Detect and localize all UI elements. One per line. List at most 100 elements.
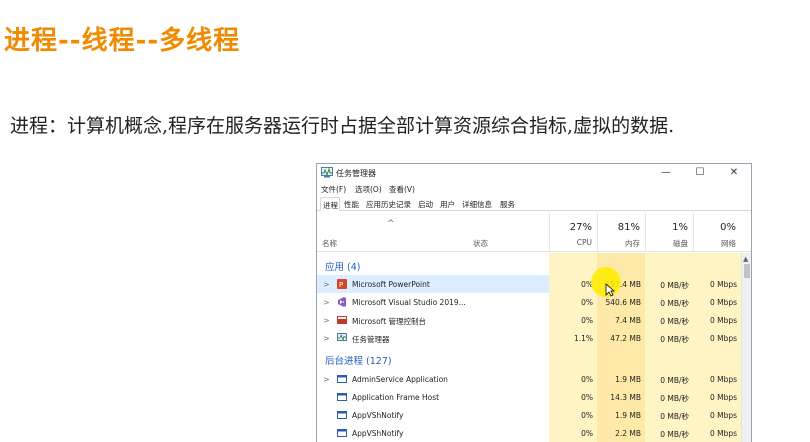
memory-value: 1.9 MB — [615, 375, 641, 384]
visual-studio-icon — [338, 297, 346, 307]
tab-performance[interactable]: 性能 — [344, 199, 359, 211]
cpu-value: 0% — [581, 429, 593, 438]
column-memory[interactable]: 81% 内存 — [597, 213, 645, 252]
app-window-icon — [337, 411, 347, 419]
disk-label: 磁盘 — [673, 239, 688, 248]
tab-app-history[interactable]: 应用历史记录 — [366, 199, 411, 211]
table-row[interactable]: AppVShNotify 0% 1.9 MB 0 MB/秒 0 Mbps — [317, 406, 741, 424]
tab-startup[interactable]: 启动 — [418, 199, 433, 211]
menu-options[interactable]: 选项(O) — [355, 184, 382, 195]
memory-label: 内存 — [625, 239, 640, 248]
network-value: 0 Mbps — [709, 375, 737, 384]
cpu-value: 0% — [581, 298, 593, 307]
scroll-thumb[interactable] — [744, 264, 750, 278]
network-label: 网络 — [721, 239, 736, 248]
table-row[interactable]: > Microsoft 管理控制台 0% 7.4 MB 0 MB/秒 0 Mbp… — [317, 311, 741, 329]
network-percent: 0% — [720, 222, 736, 233]
menu-bar: 文件(F) 选项(O) 查看(V) — [317, 181, 751, 195]
table-row[interactable]: Application Frame Host 0% 14.3 MB 0 MB/秒… — [317, 388, 741, 406]
process-name: AdminService Application — [352, 375, 448, 384]
chevron-right-icon[interactable]: > — [323, 298, 330, 307]
powerpoint-icon: P — [337, 279, 347, 289]
disk-value: 0 MB/秒 — [660, 394, 689, 403]
cpu-value: 1.1% — [573, 334, 593, 343]
table-row[interactable]: > 任务管理器 1.1% 47.2 MB 0 MB/秒 0 Mbps — [317, 329, 741, 347]
menu-file[interactable]: 文件(F) — [321, 184, 346, 195]
table-row[interactable]: AppVShNotify 0% 2.2 MB 0 MB/秒 0 Mbps — [317, 424, 741, 442]
group-label: 后台进程 (127) — [325, 356, 392, 367]
tab-processes[interactable]: 进程 — [320, 197, 340, 211]
network-value: 0 Mbps — [709, 393, 737, 402]
disk-value: 0 MB/秒 — [660, 317, 689, 326]
memory-value: 2.2 MB — [615, 429, 641, 438]
task-manager-icon — [337, 333, 347, 342]
process-name: Application Frame Host — [352, 393, 440, 402]
tab-details[interactable]: 详细信息 — [462, 199, 492, 211]
network-value: 0 Mbps — [709, 316, 737, 325]
disk-value: 0 MB/秒 — [660, 281, 689, 290]
tab-bar: 进程 性能 应用历史记录 启动 用户 详细信息 服务 — [317, 197, 751, 211]
cpu-value: 0% — [581, 316, 593, 325]
menu-view[interactable]: 查看(V) — [389, 184, 415, 195]
network-value: 0 Mbps — [709, 298, 737, 307]
process-list: 应用 (4) > P Microsoft PowerPoint 0% 157.4… — [317, 253, 751, 442]
svg-text:P: P — [339, 281, 343, 289]
cpu-label: CPU — [576, 238, 592, 247]
column-disk[interactable]: 1% 磁盘 — [645, 213, 693, 252]
table-row[interactable]: > AdminService Application 0% 1.9 MB 0 M… — [317, 370, 741, 388]
disk-value: 0 MB/秒 — [660, 335, 689, 344]
window-title: 任务管理器 — [336, 169, 376, 178]
disk-value: 0 MB/秒 — [660, 299, 689, 308]
slide-body-text: 进程：计算机概念,程序在服务器运行时占据全部计算资源综合指标,虚拟的数据. — [10, 115, 675, 137]
memory-value: 14.3 MB — [610, 393, 641, 402]
maximize-button[interactable]: ☐ — [683, 164, 717, 181]
column-status[interactable]: 状态 — [473, 238, 488, 249]
memory-value: 47.2 MB — [610, 334, 641, 343]
close-button[interactable]: ✕ — [717, 164, 751, 181]
tab-users[interactable]: 用户 — [440, 199, 455, 211]
network-value: 0 Mbps — [709, 429, 737, 438]
app-window-icon — [337, 429, 347, 437]
group-header-apps[interactable]: 应用 (4) — [317, 256, 741, 274]
process-name: AppVShNotify — [352, 429, 404, 438]
cpu-percent: 27% — [569, 222, 592, 233]
disk-value: 0 MB/秒 — [660, 430, 689, 439]
tab-services[interactable]: 服务 — [500, 199, 515, 211]
process-name: 任务管理器 — [352, 335, 390, 344]
group-header-background[interactable]: 后台进程 (127) — [317, 350, 741, 368]
process-name: Microsoft Visual Studio 2019... — [352, 298, 466, 307]
column-network[interactable]: 0% 网络 — [693, 213, 741, 252]
memory-value: 7.4 MB — [615, 316, 641, 325]
minimize-button[interactable]: — — [649, 164, 683, 181]
table-row[interactable]: > Microsoft Visual Studio 2019... 0% 540… — [317, 293, 741, 311]
column-cpu[interactable]: 27% CPU — [549, 213, 597, 252]
group-label: 应用 (4) — [325, 262, 361, 273]
chevron-right-icon[interactable]: > — [323, 280, 330, 289]
vertical-scrollbar[interactable]: ▲ — [741, 253, 751, 442]
chevron-right-icon[interactable]: > — [323, 334, 330, 343]
column-header: ^ 名称 状态 27% CPU 81% 内存 1% 磁盘 0% 网络 — [317, 213, 751, 252]
chevron-right-icon[interactable]: > — [323, 375, 330, 384]
memory-value: 540.6 MB — [605, 298, 641, 307]
app-window-icon — [337, 393, 347, 401]
app-window-icon — [337, 375, 347, 383]
disk-value: 0 MB/秒 — [660, 376, 689, 385]
window-titlebar[interactable]: 任务管理器 — ☐ ✕ — [317, 164, 751, 181]
management-console-icon — [337, 316, 347, 324]
cpu-value: 0% — [581, 280, 593, 289]
cpu-value: 0% — [581, 411, 593, 420]
task-manager-window: 任务管理器 — ☐ ✕ 文件(F) 选项(O) 查看(V) 进程 性能 应用历史… — [316, 163, 752, 442]
column-name[interactable]: 名称 — [322, 238, 337, 249]
process-name: Microsoft 管理控制台 — [352, 317, 427, 326]
sort-up-icon: ^ — [387, 219, 395, 229]
table-row[interactable]: > P Microsoft PowerPoint 0% 157.4 MB 0 M… — [317, 275, 741, 293]
process-name: AppVShNotify — [352, 411, 404, 420]
chevron-right-icon[interactable]: > — [323, 316, 330, 325]
scroll-up-icon[interactable]: ▲ — [743, 255, 748, 263]
memory-value: 1.9 MB — [615, 411, 641, 420]
task-manager-icon — [321, 167, 333, 178]
disk-percent: 1% — [672, 222, 688, 233]
network-value: 0 Mbps — [709, 334, 737, 343]
cpu-value: 0% — [581, 375, 593, 384]
cpu-value: 0% — [581, 393, 593, 402]
